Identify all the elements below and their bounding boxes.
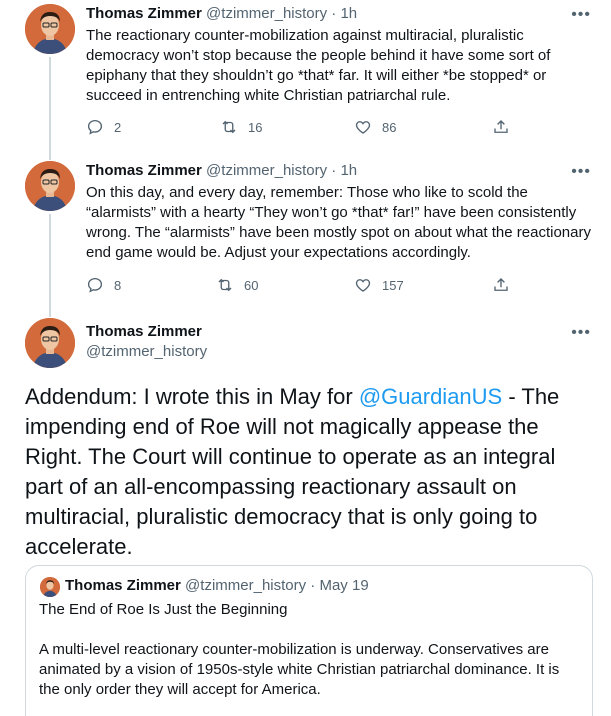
reply-button[interactable]: 2 [86, 118, 121, 136]
author-handle[interactable]: @tzimmer_history [206, 5, 327, 22]
avatar-image [25, 161, 75, 211]
tweet-text: On this day, and every day, remember: Th… [86, 184, 591, 261]
like-button[interactable]: 157 [354, 276, 404, 294]
tweet[interactable]: Thomas Zimmer @tzimmer_history · 1h ••• … [0, 0, 611, 150]
separator: · [331, 162, 337, 179]
retweet-icon [218, 278, 232, 292]
author-handle[interactable]: @tzimmer_history [206, 162, 327, 179]
avatar-image [40, 577, 60, 597]
share-icon [494, 120, 508, 133]
tweet[interactable]: Thomas Zimmer @tzimmer_history · 1h ••• … [0, 157, 611, 307]
tweet-text-part: - The impending end of Roe will not magi… [25, 384, 560, 559]
avatar-image [25, 318, 75, 368]
timestamp[interactable]: 1h [340, 162, 357, 179]
author-name: Thomas Zimmer [65, 577, 181, 594]
share-icon [494, 278, 508, 291]
mention-link[interactable]: @GuardianUS [359, 384, 502, 409]
author-handle[interactable]: @tzimmer_history [86, 342, 207, 362]
separator: · [331, 5, 337, 22]
retweet-count: 60 [244, 277, 259, 293]
reply-count: 2 [114, 119, 122, 135]
author-name[interactable]: Thomas Zimmer [86, 5, 202, 22]
reply-button[interactable]: 8 [86, 276, 121, 294]
tweet-header: Thomas Zimmer @tzimmer_history · 1h [86, 161, 357, 181]
heart-icon [355, 121, 371, 134]
main-tweet-text: Addendum: I wrote this in May for @Guard… [25, 382, 597, 562]
quoted-tweet-header: Thomas Zimmer @tzimmer_history · May 19 [65, 576, 369, 596]
author-handle: @tzimmer_history [185, 577, 307, 594]
avatar [40, 577, 60, 597]
retweet-count: 16 [248, 119, 263, 135]
more-options-icon[interactable]: ••• [571, 164, 591, 180]
timestamp[interactable]: 1h [340, 5, 357, 22]
heart-icon [355, 279, 371, 292]
separator: · [310, 577, 316, 594]
quoted-tweet[interactable]: Thomas Zimmer @tzimmer_history · May 19 … [25, 565, 593, 716]
retweet-button[interactable]: 16 [220, 118, 262, 136]
quoted-body: A multi-level reactionary counter-mobili… [39, 641, 560, 698]
author-name[interactable]: Thomas Zimmer [86, 162, 202, 179]
share-button[interactable] [492, 118, 510, 136]
avatar-image [25, 4, 75, 54]
like-count: 157 [382, 277, 404, 293]
like-button[interactable]: 86 [354, 118, 396, 136]
more-options-icon[interactable]: ••• [571, 325, 591, 341]
quoted-title: The End of Roe Is Just the Beginning [39, 601, 288, 618]
tweet-header: Thomas Zimmer @tzimmer_history · 1h [86, 4, 357, 24]
avatar[interactable] [25, 161, 75, 211]
tweet-text-part: Addendum: I wrote this in May for [25, 384, 359, 409]
retweet-button[interactable]: 60 [216, 276, 258, 294]
avatar[interactable] [25, 318, 75, 368]
tweet-actions: 8 60 157 [86, 276, 516, 296]
tweet-text: The reactionary counter-mobilization aga… [86, 27, 551, 104]
reply-count: 8 [114, 277, 122, 293]
tweet-actions: 2 16 86 [86, 118, 516, 138]
timestamp: May 19 [319, 577, 369, 594]
avatar[interactable] [25, 4, 75, 54]
more-options-icon[interactable]: ••• [571, 7, 591, 23]
share-button[interactable] [492, 276, 510, 294]
reply-icon [87, 119, 103, 135]
reply-icon [87, 277, 103, 293]
author-name[interactable]: Thomas Zimmer [86, 322, 202, 342]
like-count: 86 [382, 119, 397, 135]
retweet-icon [222, 120, 236, 134]
